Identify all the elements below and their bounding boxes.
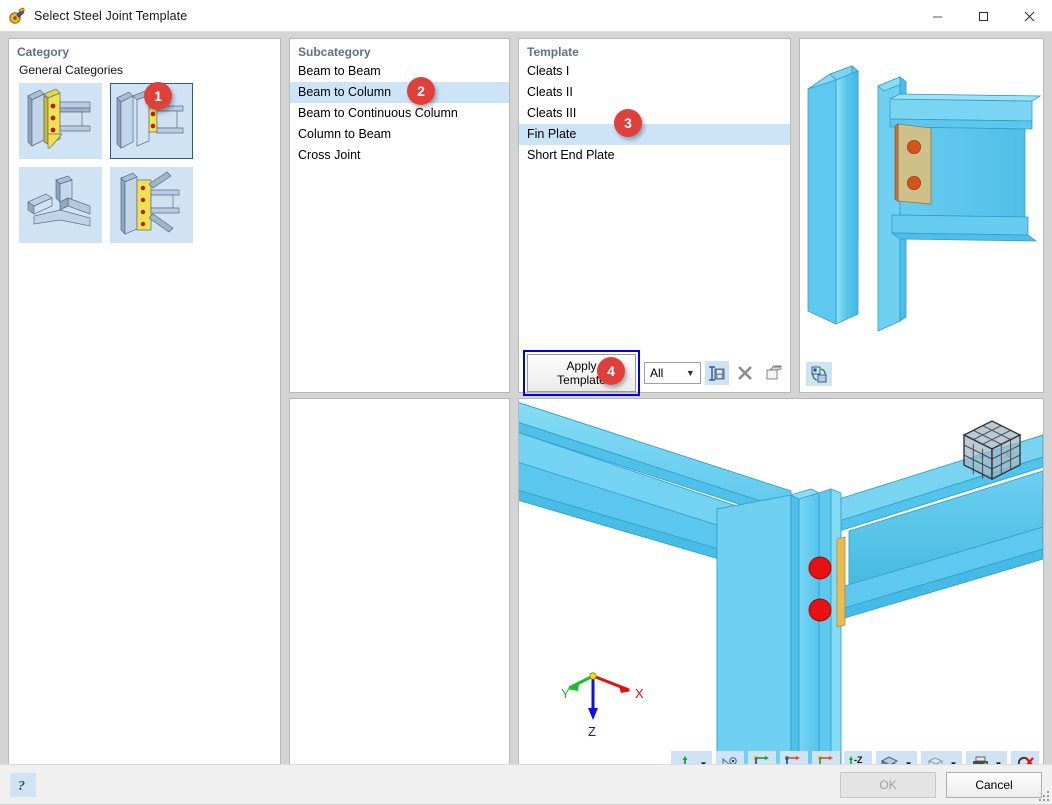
list-item[interactable]: Cross Joint xyxy=(290,145,509,166)
template-filter-value: All xyxy=(650,366,664,380)
category-header: Category xyxy=(17,45,70,59)
list-item[interactable]: Beam to Column xyxy=(290,82,509,103)
category-thumb-bracing-joint[interactable] xyxy=(110,167,193,243)
list-item[interactable]: Beam to Continuous Column xyxy=(290,103,509,124)
axis-y-label: Y xyxy=(561,686,570,701)
dialog-body: Category General Categories Subcategory … xyxy=(0,32,1052,782)
axis-x-label: X xyxy=(635,686,644,701)
step-badge-4: 4 xyxy=(597,357,625,385)
maximize-button[interactable] xyxy=(960,0,1006,32)
window-controls xyxy=(914,0,1052,32)
cancel-button[interactable]: Cancel xyxy=(946,772,1042,798)
template-toolbar-row: Apply Template All ▼ xyxy=(519,350,790,396)
ok-button[interactable]: OK xyxy=(840,772,936,798)
category-thumb-cross-joint[interactable] xyxy=(19,167,102,243)
app-icon xyxy=(8,7,26,25)
list-item[interactable]: Fin Plate xyxy=(519,124,790,145)
dialog-footer: ? OK Cancel xyxy=(0,764,1052,804)
step-badge-3: 3 xyxy=(614,109,642,137)
joint-3d-viewport[interactable]: Y X X Y Z -Z xyxy=(518,398,1044,782)
axis-z-label: Z xyxy=(588,724,596,738)
rename-template-icon[interactable] xyxy=(762,361,786,385)
axis-triad: X Y Z xyxy=(561,666,661,741)
template-list: Cleats I Cleats II Cleats III Fin Plate Shor… xyxy=(519,61,790,166)
subcategory-detail-panel xyxy=(289,398,510,782)
minimize-button[interactable] xyxy=(914,0,960,32)
list-item[interactable]: Cleats III xyxy=(519,103,790,124)
category-thumbnail-grid xyxy=(9,83,280,251)
list-item[interactable]: Cleats II xyxy=(519,82,790,103)
close-button[interactable] xyxy=(1006,0,1052,32)
list-item[interactable]: Beam to Beam xyxy=(290,61,509,82)
delete-template-icon[interactable] xyxy=(733,361,757,385)
chevron-down-icon: ▼ xyxy=(685,368,695,378)
save-template-icon[interactable] xyxy=(704,361,730,385)
step-badge-1: 1 xyxy=(144,82,172,110)
svg-text:Y: Y xyxy=(979,455,985,463)
list-item[interactable]: Short End Plate xyxy=(519,145,790,166)
step-badge-2: 2 xyxy=(407,77,435,105)
footer-buttons: OK Cancel xyxy=(840,772,1042,798)
category-thumb-beam-to-beam[interactable] xyxy=(19,83,102,159)
template-preview-panel xyxy=(799,38,1044,393)
subcategory-panel: Subcategory Beam to Beam Beam to Column Be… xyxy=(289,38,510,393)
svg-text:X: X xyxy=(1005,451,1010,459)
resize-grip[interactable] xyxy=(1038,790,1050,802)
subcategory-header: Subcategory xyxy=(298,45,371,59)
template-header: Template xyxy=(527,45,579,59)
category-subtitle: General Categories xyxy=(19,63,124,77)
svg-text:?: ? xyxy=(18,779,25,793)
list-item[interactable]: Cleats I xyxy=(519,61,790,82)
title-bar: Select Steel Joint Template xyxy=(0,0,1052,32)
template-filter-select[interactable]: All ▼ xyxy=(644,362,701,384)
template-preview-image xyxy=(800,39,1043,392)
help-icon[interactable]: ? xyxy=(10,773,36,797)
template-panel: Template Cleats I Cleats II Cleats III Fin … xyxy=(518,38,791,396)
category-panel: Category General Categories xyxy=(8,38,281,782)
list-item[interactable]: Column to Beam xyxy=(290,124,509,145)
window-title: Select Steel Joint Template xyxy=(34,8,188,23)
viewport-canvas[interactable]: Y X X Y Z -Z xyxy=(519,399,1043,781)
svg-text:-Z: -Z xyxy=(854,755,863,765)
preview-reset-view-icon[interactable] xyxy=(806,362,832,386)
subcategory-list: Beam to Beam Beam to Column Beam to Contin… xyxy=(290,61,509,166)
